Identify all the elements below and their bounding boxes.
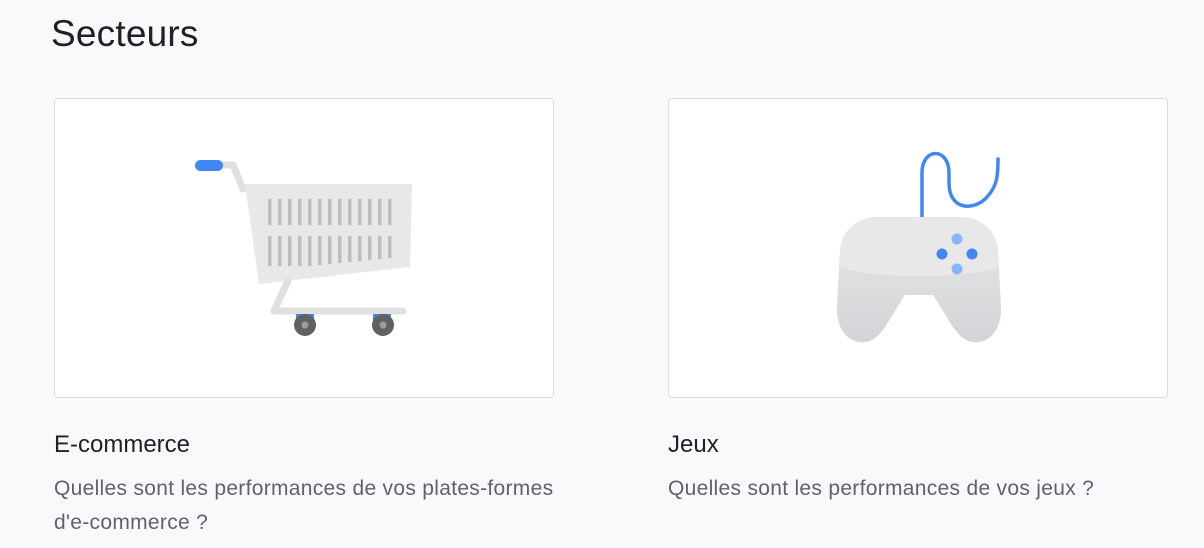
industry-card-games[interactable]: Jeux Quelles sont les performances de vo… [668,98,1168,500]
shopping-cart-icon [195,160,412,336]
game-controller-icon [836,151,1002,343]
section-title: Secteurs [51,13,199,54]
card-description-ecommerce: Quelles sont les performances de vos pla… [54,477,554,534]
card-title-ecommerce[interactable]: E-commerce [54,429,190,461]
card-title-games[interactable]: Jeux [668,429,719,461]
industry-card-ecommerce[interactable]: E-commerce Quelles sont les performances… [54,98,554,534]
card-illustration-games[interactable] [668,98,1168,398]
card-description-games: Quelles sont les performances de vos jeu… [668,477,1095,500]
card-illustration-ecommerce[interactable] [54,98,554,398]
